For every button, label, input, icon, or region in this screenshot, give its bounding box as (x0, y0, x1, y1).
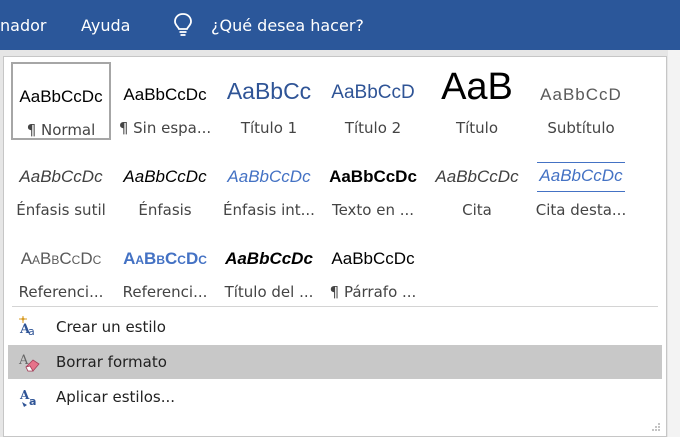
tab-designer[interactable]: nador (0, 16, 46, 35)
style-sample: AaBbCcDc (123, 85, 207, 104)
command-label: Aplicar estilos... (56, 388, 176, 406)
style-intense-quote[interactable]: AaBbCcDc Cita desta... (531, 144, 631, 222)
style-book-title[interactable]: AaBbCcDc Título del ... (219, 226, 319, 304)
style-sample: AaBbCcD (540, 85, 622, 104)
apply-styles-icon: A a (19, 388, 36, 408)
style-sample: AaBbCcDc (20, 249, 102, 268)
style-sample: AaBbCcDc (329, 167, 417, 186)
style-label: ¶ Sin espa... (118, 119, 212, 137)
style-sample: AaBbCcDc (123, 249, 207, 268)
svg-text:a: a (29, 395, 36, 408)
clear-formatting-command[interactable]: A Borrar formato (8, 345, 662, 379)
style-label: Énfasis sutil (16, 201, 106, 219)
style-intense-reference[interactable]: AaBbCcDc Referenci... (115, 226, 215, 304)
style-no-spacing[interactable]: AaBbCcDc ¶ Sin espa... (115, 62, 215, 140)
style-sample: AaBbCcDc (19, 87, 103, 106)
style-quote[interactable]: AaBbCcDc Cita (427, 144, 527, 222)
style-label: Referenci... (122, 283, 208, 301)
apply-styles-command[interactable]: A a Aplicar estilos... (8, 380, 662, 414)
style-subtle-reference[interactable]: AaBbCcDc Referenci... (11, 226, 111, 304)
lightbulb-icon[interactable] (172, 12, 194, 38)
style-label: ¶ Párrafo ... (329, 283, 417, 301)
style-sample: AaB (441, 68, 513, 108)
style-label: Cita (462, 201, 492, 219)
style-subtle-emphasis[interactable]: AaBbCcDc Énfasis sutil (11, 144, 111, 222)
style-label: Título (455, 119, 499, 137)
style-sample: AaBbCc (226, 80, 312, 104)
style-label: Título 2 (344, 119, 402, 137)
command-label: Borrar formato (56, 353, 167, 371)
clear-formatting-icon: A (18, 353, 40, 372)
style-sample: AaBbCcD (331, 82, 415, 103)
command-label: Crear un estilo (56, 318, 166, 336)
style-normal[interactable]: AaBbCcDc ¶ Normal (11, 62, 111, 140)
style-list-paragraph[interactable]: AaBbCcDc ¶ Párrafo ... (323, 226, 423, 304)
style-sample: AaBbCcDc (435, 167, 519, 186)
tab-help[interactable]: Ayuda (81, 16, 130, 35)
svg-text:a: a (28, 325, 35, 338)
style-sample: AaBbCcDc (123, 167, 207, 186)
style-label: Título 1 (240, 119, 298, 137)
style-label: Subtítulo (547, 119, 615, 137)
style-strong[interactable]: AaBbCcDc Texto en ... (323, 144, 423, 222)
style-label: Título del ... (224, 283, 314, 301)
separator (12, 306, 658, 307)
create-style-command[interactable]: A a Crear un estilo (8, 310, 662, 344)
style-emphasis[interactable]: AaBbCcDc Énfasis (115, 144, 215, 222)
style-heading-2[interactable]: AaBbCcD Título 2 (323, 62, 423, 140)
style-subtitle[interactable]: AaBbCcD Subtítulo (531, 62, 631, 140)
tell-me-search[interactable]: ¿Qué desea hacer? (211, 16, 364, 35)
style-sample: AaBbCcDc (331, 249, 415, 268)
style-sample: AaBbCcDc (225, 249, 313, 268)
styles-gallery-panel: AaBbCcDc ¶ Normal AaBbCcDc ¶ Sin espa...… (3, 56, 667, 437)
style-sample: AaBbCcDc (19, 167, 103, 186)
style-label: Cita desta... (535, 201, 627, 219)
style-sample: AaBbCcDc (537, 162, 625, 192)
style-label: Referenci... (18, 283, 104, 301)
style-label: Texto en ... (331, 201, 415, 219)
style-label: Énfasis (138, 201, 192, 219)
style-title[interactable]: AaB Título (427, 62, 527, 140)
document-background (668, 50, 680, 437)
style-heading-1[interactable]: AaBbCc Título 1 (219, 62, 319, 140)
ribbon-bar: nador Ayuda ¿Qué desea hacer? (0, 0, 680, 50)
style-sample: AaBbCcDc (227, 167, 311, 186)
style-label: Énfasis int... (223, 201, 315, 219)
resize-grip-icon[interactable] (652, 423, 660, 431)
style-label: ¶ Normal (26, 121, 96, 139)
style-intense-emphasis[interactable]: AaBbCcDc Énfasis int... (219, 144, 319, 222)
new-style-icon: A a (19, 316, 35, 338)
